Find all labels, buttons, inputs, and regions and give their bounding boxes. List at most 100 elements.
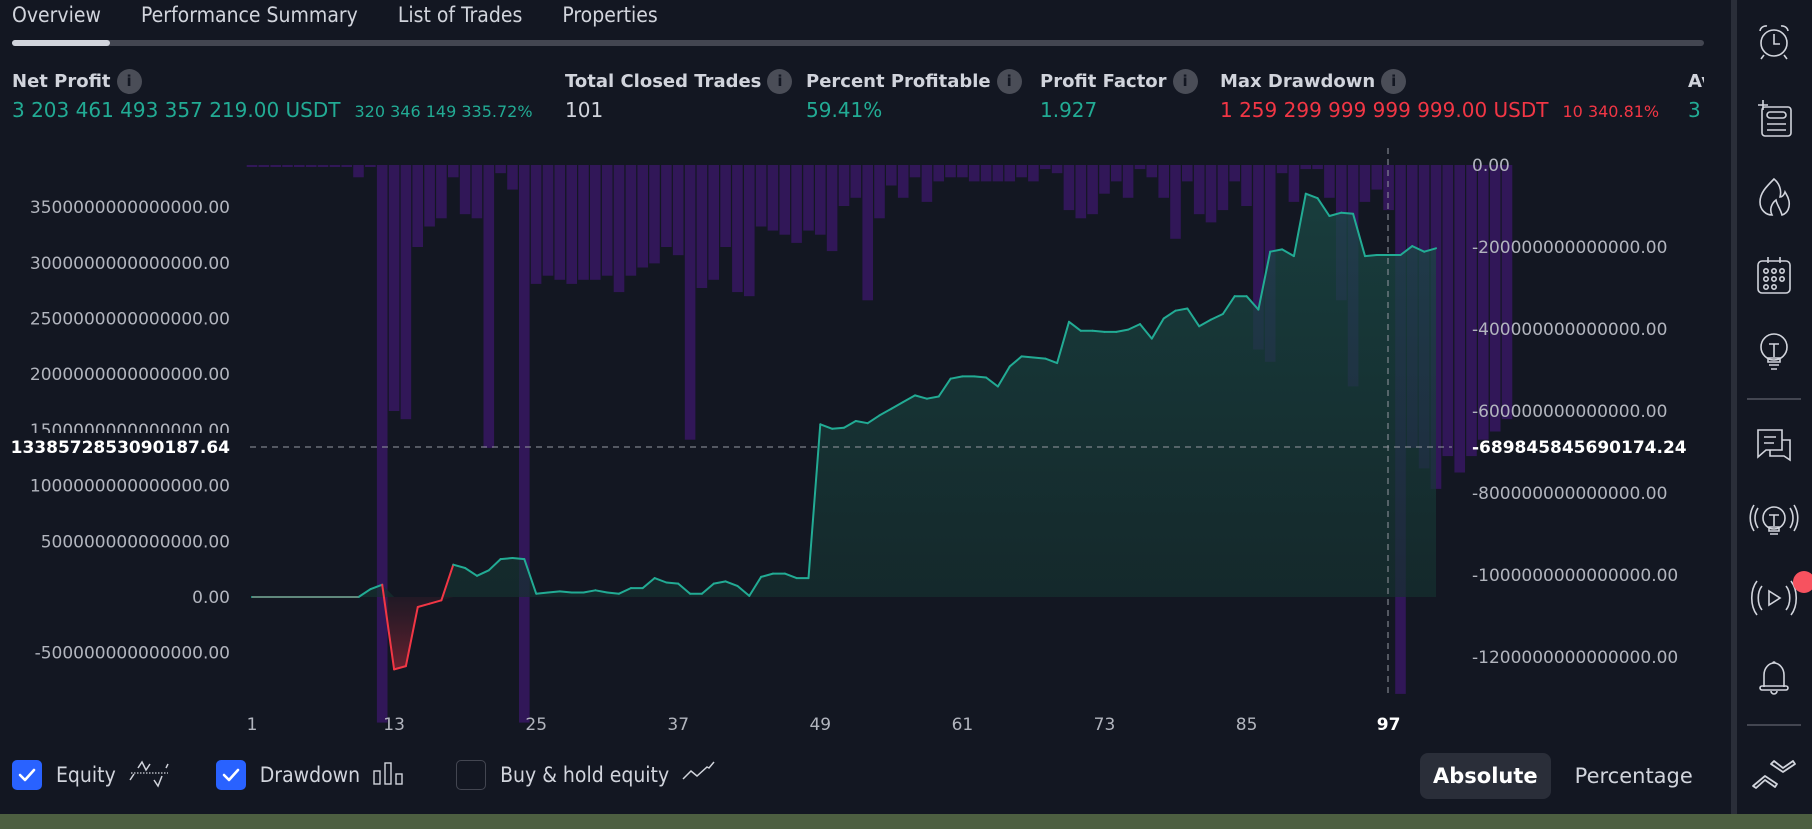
equity-checkbox[interactable] — [12, 760, 42, 790]
drawdown-bar — [317, 165, 329, 167]
tab-properties[interactable]: Properties — [562, 0, 657, 40]
x-axis: 1 13 25 37 49 61 73 85 97 — [247, 715, 1401, 735]
drawdown-bar — [1501, 165, 1513, 420]
metric-label: Percent Profitable — [806, 70, 991, 92]
drawdown-bar — [980, 165, 992, 182]
drawdown-bar — [353, 165, 364, 178]
drawdown-bar — [1300, 165, 1311, 170]
info-icon[interactable]: i — [996, 68, 1022, 94]
tab-scrollbar[interactable] — [12, 40, 1704, 46]
drawdown-bar — [400, 165, 412, 420]
x-axis-tick: 25 — [525, 715, 547, 735]
drawdown-bar — [767, 165, 779, 231]
drawdown-bar — [459, 165, 471, 215]
notifications-bell-icon[interactable] — [1745, 648, 1803, 706]
x-axis-tick: 13 — [383, 715, 405, 735]
drawdown-bar — [732, 165, 743, 293]
drawdown-bar — [1193, 165, 1205, 215]
tab-overview[interactable]: Overview — [12, 0, 101, 40]
metric-percent: 10 340.81% — [1562, 102, 1660, 121]
drawdown-bar — [1004, 165, 1015, 182]
drawdown-bar — [246, 165, 258, 167]
metric-value: 1 259 299 999 999 999.00 USDT — [1220, 98, 1549, 122]
drawdown-bar — [1146, 165, 1158, 178]
drawdown-bar — [708, 165, 719, 280]
buy-hold-checkbox[interactable] — [456, 760, 487, 790]
drawdown-toggle[interactable]: Drawdown — [215, 759, 408, 791]
drawdown-bar — [1051, 165, 1063, 174]
info-icon[interactable]: i — [116, 68, 142, 94]
left-axis-tick: 1000000000000000.00 — [30, 477, 230, 497]
drawdown-bar — [1134, 165, 1146, 170]
drawdown-bar — [933, 165, 944, 182]
equity-line-segment — [499, 557, 514, 561]
drawdown-bar — [1099, 165, 1110, 194]
drawdown-bar — [850, 165, 862, 198]
drawdown-bar — [992, 165, 1004, 182]
drawdown-bar — [542, 165, 554, 276]
metric-avg-trade-truncated: Av 3 — [1688, 68, 1704, 123]
drawdown-bar — [448, 165, 459, 178]
right-axis-tick: -600000000000000.00 — [1472, 402, 1667, 422]
drawdown-bar — [1087, 165, 1098, 215]
equity-line-segment — [1032, 356, 1047, 360]
x-axis-tick: 61 — [952, 715, 974, 735]
absolute-button[interactable]: Absolute — [1420, 753, 1551, 799]
streams-lightbulb-icon[interactable] — [1745, 493, 1803, 551]
drawdown-bar — [305, 165, 317, 167]
drawdown-label: Drawdown — [259, 763, 361, 787]
drawdown-bar — [862, 165, 873, 301]
drawdown-bar — [578, 165, 589, 280]
drawdown-bar — [1454, 165, 1465, 473]
drawdown-bar — [471, 165, 483, 219]
drawdown-bar — [791, 165, 802, 243]
ideas-lightbulb-icon[interactable] — [1745, 322, 1803, 380]
right-toolbar — [1737, 0, 1812, 814]
metric-value: 101 — [565, 98, 604, 122]
x-axis-tick: 97 — [1377, 715, 1401, 735]
drawdown-bar — [921, 165, 933, 202]
drawdown-bar — [329, 165, 341, 167]
drawdown-bar — [672, 165, 684, 256]
equity-line-segment — [606, 591, 620, 595]
drawdown-checkbox[interactable] — [215, 760, 246, 790]
drawdown-bar — [1182, 165, 1193, 182]
drawdown-bar — [1241, 165, 1252, 206]
strategy-tester-panel: Overview Performance Summary List of Tra… — [0, 0, 1731, 814]
drawdown-bar — [1040, 165, 1051, 170]
left-axis-tick: 2500000000000000.00 — [30, 310, 230, 330]
metric-net-profit: Net Profit i 3 203 461 493 357 219.00 USD… — [12, 68, 533, 122]
hotlist-flame-icon[interactable] — [1745, 168, 1803, 226]
tab-performance-summary[interactable]: Performance Summary — [141, 0, 358, 40]
alarm-clock-icon[interactable] — [1745, 12, 1803, 70]
equity-drawdown-chart[interactable]: 3500000000000000.00 3000000000000000.00 25… — [0, 140, 1731, 740]
info-icon[interactable]: i — [767, 68, 793, 94]
buy-hold-toggle[interactable]: Buy & hold equity — [456, 759, 717, 791]
chat-icon[interactable] — [1745, 417, 1803, 475]
metric-profit-factor: Profit Factor i 1.927 — [1040, 68, 1198, 122]
drawdown-bar — [1122, 165, 1134, 198]
tab-list-of-trades[interactable]: List of Trades — [398, 0, 522, 40]
left-axis-tick: 3000000000000000.00 — [30, 254, 230, 274]
drawdown-bar — [1359, 165, 1371, 202]
series-toggles: Equity Drawdown Buy & hold equity — [12, 757, 751, 793]
collapse-chevrons-icon[interactable] — [1745, 745, 1803, 803]
drawdown-bar — [886, 165, 897, 186]
info-icon[interactable]: i — [1381, 68, 1407, 94]
notification-badge — [1793, 571, 1812, 593]
drawdown-bar — [1312, 165, 1323, 170]
equity-line-segment — [1364, 254, 1378, 258]
drawdown-bar — [1478, 165, 1489, 440]
add-watchlist-icon[interactable] — [1745, 90, 1803, 148]
calendar-icon[interactable] — [1745, 246, 1803, 304]
equity-toggle[interactable]: Equity — [12, 758, 170, 792]
metric-value: 59.41% — [806, 98, 883, 122]
percentage-button[interactable]: Percentage — [1562, 753, 1706, 799]
drawdown-bar — [744, 165, 755, 297]
drawdown-bar — [779, 165, 791, 235]
drawdown-bar — [282, 165, 293, 167]
drawdown-bar — [957, 165, 968, 178]
drawdown-bar — [968, 165, 980, 182]
info-icon[interactable]: i — [1172, 68, 1198, 94]
drawdown-bar — [1229, 165, 1240, 182]
